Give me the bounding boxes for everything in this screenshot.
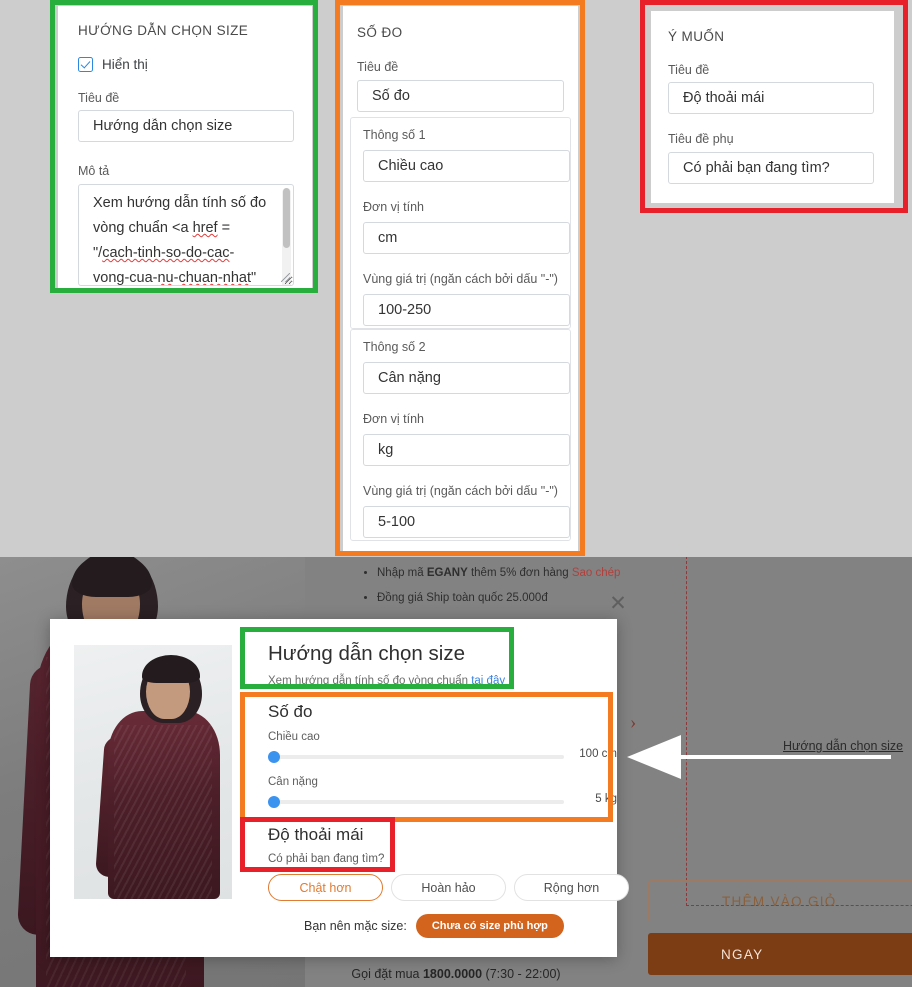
modal-comfort-highlight	[240, 817, 395, 872]
promo-item-1: Nhập mã EGANY thêm 5% đơn hàng Sao chép	[377, 563, 690, 583]
copy-code-link[interactable]: Sao chép	[572, 567, 621, 579]
recommended-size-label: Bạn nên mặc size:	[304, 919, 407, 933]
recommended-size-badge[interactable]: Chưa có size phù hợp	[415, 914, 564, 938]
modal-model-dress	[108, 711, 220, 899]
measure-panel-highlight	[335, 0, 585, 556]
model-hair-top	[72, 557, 152, 597]
modal-measure-highlight	[240, 692, 613, 822]
promo-item-2: Đồng giá Ship toàn quốc 25.000đ	[377, 588, 690, 608]
promo-list: Nhập mã EGANY thêm 5% đơn hàng Sao chép …	[360, 563, 690, 613]
next-arrow-icon[interactable]: ›	[630, 712, 636, 734]
add-to-cart-label: THÊM VÀO GIỎ	[722, 893, 837, 909]
dashed-annotation-box	[686, 557, 912, 906]
size-guide-link[interactable]: Hướng dẫn chọn size	[783, 739, 903, 753]
comfort-option-perfect[interactable]: Hoàn hảo	[391, 874, 506, 901]
hotline-text: Gọi đặt mua 1800.0000 (7:30 - 22:00)	[351, 967, 561, 981]
hotline-number: 1800.0000	[422, 967, 483, 981]
modal-model-hair-top	[142, 655, 200, 683]
screenshot-root: HƯỚNG DẪN CHỌN SIZE Hiển thị Tiêu đề Mô …	[0, 0, 912, 987]
comfort-options: Chật hơn Hoàn hảo Rộng hơn	[268, 874, 629, 901]
comfort-option-tighter[interactable]: Chật hơn	[268, 874, 383, 901]
buy-now-label: NGAY	[721, 946, 764, 962]
guide-panel-highlight	[50, 0, 318, 293]
add-to-cart-button[interactable]: THÊM VÀO GIỎ	[648, 880, 912, 922]
modal-product-image	[74, 645, 232, 899]
comfort-option-looser[interactable]: Rộng hơn	[514, 874, 629, 901]
recommended-size-row: Bạn nên mặc size: Chưa có size phù hợp	[304, 914, 564, 938]
close-icon[interactable]: ✕	[608, 593, 628, 614]
wish-panel-highlight	[640, 0, 908, 213]
modal-heading-highlight	[240, 627, 514, 689]
